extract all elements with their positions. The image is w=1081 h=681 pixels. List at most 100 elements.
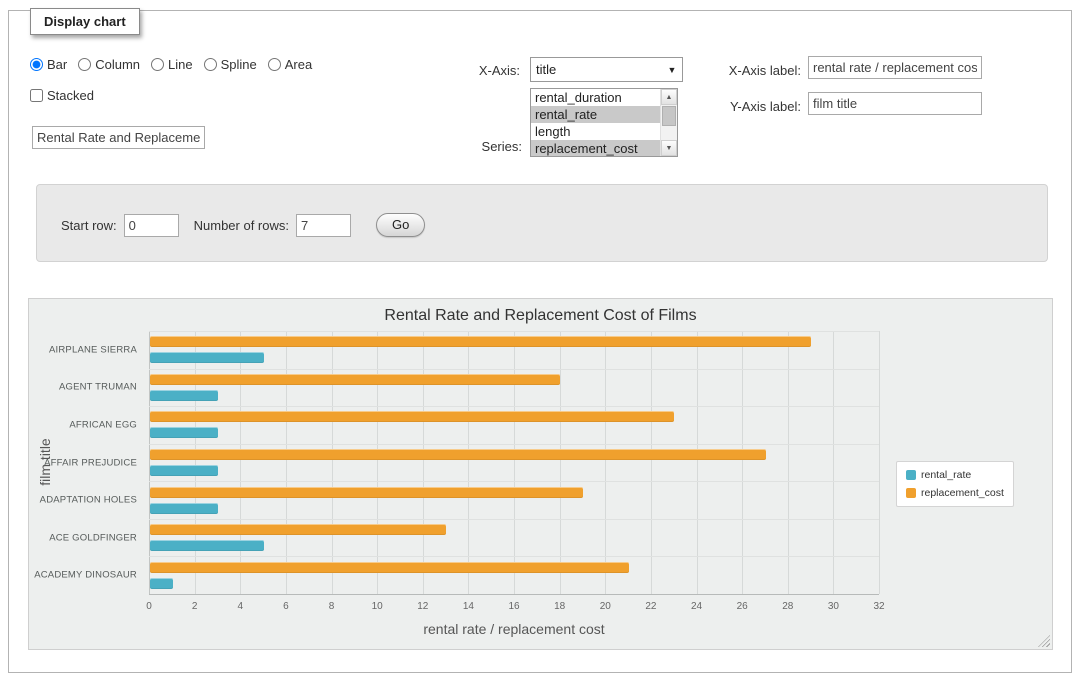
gridline bbox=[742, 331, 743, 594]
x-tick-label: 22 bbox=[645, 601, 656, 612]
scroll-up-icon[interactable]: ▲ bbox=[661, 89, 677, 105]
x-tick-label: 30 bbox=[828, 601, 839, 612]
x-tick-label: 0 bbox=[146, 601, 152, 612]
gridline bbox=[377, 331, 378, 594]
chart-type-label-bar: Bar bbox=[47, 57, 67, 72]
bar-rental_rate bbox=[150, 427, 218, 438]
rows-panel: Start row: Number of rows: Go bbox=[36, 184, 1048, 262]
bar-replacement_cost bbox=[150, 374, 560, 385]
x-axis-label-input[interactable] bbox=[808, 56, 982, 79]
x-tick-label: 8 bbox=[329, 601, 335, 612]
gridline bbox=[788, 331, 789, 594]
bar-replacement_cost bbox=[150, 449, 766, 460]
x-tick-label: 2 bbox=[192, 601, 198, 612]
x-tick-label: 24 bbox=[691, 601, 702, 612]
chart-type-radio-line[interactable] bbox=[151, 58, 164, 71]
chart-type-radio-spline[interactable] bbox=[204, 58, 217, 71]
gridline bbox=[423, 331, 424, 594]
panel-legend: Display chart bbox=[30, 8, 140, 35]
x-axis-label-caption: X-Axis label: bbox=[703, 63, 801, 78]
row-gridline bbox=[149, 444, 879, 445]
start-row-caption: Start row: bbox=[61, 218, 117, 233]
category-label: AGENT TRUMAN bbox=[59, 382, 137, 393]
series-option-rental-duration[interactable]: rental_duration bbox=[531, 89, 660, 106]
row-gridline bbox=[149, 331, 879, 332]
gridline bbox=[149, 331, 150, 594]
gridline bbox=[240, 331, 241, 594]
chart-type-radio-column[interactable] bbox=[78, 58, 91, 71]
x-tick-label: 26 bbox=[737, 601, 748, 612]
gridline bbox=[651, 331, 652, 594]
legend-item-replacement-cost[interactable]: replacement_cost bbox=[906, 487, 1004, 499]
stacked-checkbox[interactable] bbox=[30, 89, 43, 102]
bar-rental_rate bbox=[150, 503, 218, 514]
bar-replacement_cost bbox=[150, 524, 446, 535]
chart-type-radio-area[interactable] bbox=[268, 58, 281, 71]
chart-type-option-spline[interactable]: Spline bbox=[204, 57, 257, 72]
x-tick-label: 18 bbox=[554, 601, 565, 612]
series-options: rental_duration rental_rate length repla… bbox=[531, 89, 660, 156]
gridline bbox=[605, 331, 606, 594]
x-tick-label: 12 bbox=[417, 601, 428, 612]
series-listbox: rental_duration rental_rate length repla… bbox=[530, 88, 678, 157]
scrollbar-thumb[interactable] bbox=[662, 106, 676, 126]
bar-rental_rate bbox=[150, 465, 218, 476]
legend-swatch-replacement-cost bbox=[906, 488, 916, 498]
gridline bbox=[514, 331, 515, 594]
bar-rental_rate bbox=[150, 390, 218, 401]
go-button[interactable]: Go bbox=[376, 213, 425, 237]
resize-handle[interactable] bbox=[1038, 635, 1050, 647]
gridline bbox=[195, 331, 196, 594]
row-gridline bbox=[149, 481, 879, 482]
category-label: ADAPTATION HOLES bbox=[40, 495, 137, 506]
chart-title: Rental Rate and Replacement Cost of Film… bbox=[29, 307, 1052, 325]
chart-type-option-area[interactable]: Area bbox=[268, 57, 312, 72]
category-axis-labels: AIRPLANE SIERRA AGENT TRUMAN AFRICAN EGG AF… bbox=[29, 331, 143, 595]
scrollbar-track[interactable] bbox=[661, 105, 677, 140]
chart-type-option-bar[interactable]: Bar bbox=[30, 57, 67, 72]
y-axis-label-input[interactable] bbox=[808, 92, 982, 115]
x-tick-label: 20 bbox=[600, 601, 611, 612]
x-axis-ticks: 02468101214161820222426283032 bbox=[149, 599, 879, 613]
series-option-rental-rate[interactable]: rental_rate bbox=[531, 106, 660, 123]
stacked-option[interactable]: Stacked bbox=[30, 88, 94, 103]
x-axis-caption: X-Axis: bbox=[438, 63, 520, 78]
chart-type-label-area: Area bbox=[285, 57, 312, 72]
bar-replacement_cost bbox=[150, 487, 583, 498]
chart-type-option-column[interactable]: Column bbox=[78, 57, 140, 72]
x-tick-label: 10 bbox=[372, 601, 383, 612]
legend-item-rental-rate[interactable]: rental_rate bbox=[906, 469, 1004, 481]
bar-replacement_cost bbox=[150, 411, 674, 422]
chart-type-radio-bar[interactable] bbox=[30, 58, 43, 71]
chart-legend: rental_rate replacement_cost bbox=[896, 461, 1014, 507]
x-tick-label: 14 bbox=[463, 601, 474, 612]
start-row-input[interactable] bbox=[124, 214, 179, 237]
chart-type-label-column: Column bbox=[95, 57, 140, 72]
x-tick-label: 28 bbox=[782, 601, 793, 612]
series-option-replacement-cost[interactable]: replacement_cost bbox=[531, 140, 660, 156]
series-scrollbar[interactable]: ▲ ▼ bbox=[660, 89, 677, 156]
category-label: AFFAIR PREJUDICE bbox=[44, 457, 137, 468]
x-tick-label: 6 bbox=[283, 601, 289, 612]
bar-rental_rate bbox=[150, 578, 173, 589]
x-axis-select[interactable]: title ▼ bbox=[530, 57, 683, 82]
chart-title-input[interactable] bbox=[32, 126, 205, 149]
series-caption: Series: bbox=[438, 139, 522, 154]
category-label: AFRICAN EGG bbox=[69, 419, 137, 430]
x-tick-label: 16 bbox=[508, 601, 519, 612]
x-tick-label: 4 bbox=[237, 601, 243, 612]
series-option-length[interactable]: length bbox=[531, 123, 660, 140]
scroll-down-icon[interactable]: ▼ bbox=[661, 140, 677, 156]
legend-label-replacement-cost: replacement_cost bbox=[921, 487, 1004, 499]
row-gridline bbox=[149, 369, 879, 370]
stacked-label: Stacked bbox=[47, 88, 94, 103]
bar-rental_rate bbox=[150, 540, 264, 551]
gridline bbox=[286, 331, 287, 594]
chart-type-option-line[interactable]: Line bbox=[151, 57, 193, 72]
number-of-rows-caption: Number of rows: bbox=[194, 218, 289, 233]
row-gridline bbox=[149, 406, 879, 407]
gridline bbox=[332, 331, 333, 594]
number-of-rows-input[interactable] bbox=[296, 214, 351, 237]
legend-label-rental-rate: rental_rate bbox=[921, 469, 971, 481]
category-label: AIRPLANE SIERRA bbox=[49, 344, 137, 355]
